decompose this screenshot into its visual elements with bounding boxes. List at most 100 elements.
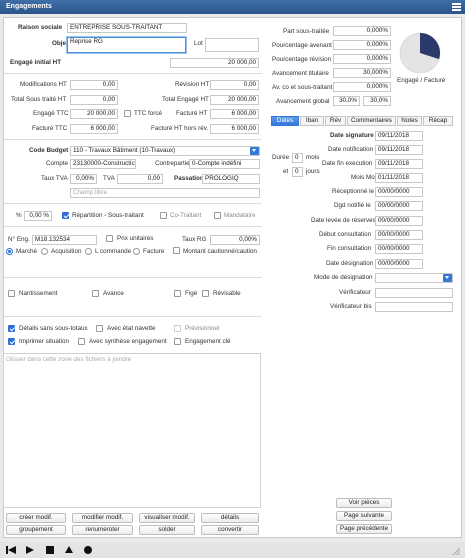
nantissement-checkbox[interactable]: [8, 290, 15, 297]
solder-button[interactable]: solder: [139, 525, 195, 535]
tab-iban[interactable]: Iban: [300, 116, 324, 126]
menu-icon[interactable]: [452, 3, 461, 11]
modifications-field[interactable]: 0,00: [70, 80, 118, 90]
montant-caution-checkbox[interactable]: [173, 247, 180, 254]
record-icon[interactable]: [83, 545, 93, 555]
tab-commentaires[interactable]: Commentaires: [347, 116, 396, 126]
reception-field[interactable]: 00/00/0000: [375, 187, 423, 197]
verificateur-field[interactable]: [375, 288, 453, 298]
tab-notes[interactable]: Notes: [397, 116, 422, 126]
revision-field[interactable]: 0,00: [210, 80, 259, 90]
neng-field[interactable]: M18.132534: [32, 235, 97, 245]
synthese-checkbox[interactable]: [78, 338, 85, 345]
duree-jours-field[interactable]: 0: [292, 167, 303, 177]
prix-unitaires-checkbox[interactable]: [106, 235, 113, 242]
stop-icon[interactable]: [45, 545, 55, 555]
imprimer-checkbox[interactable]: [8, 338, 15, 345]
previsionnel-checkbox[interactable]: [174, 325, 181, 332]
avancement-tit-field[interactable]: 30,000%: [333, 68, 391, 78]
total-st-field[interactable]: 0,00: [70, 95, 118, 105]
verificateur-bis-field[interactable]: [375, 302, 453, 312]
play-icon[interactable]: [25, 545, 35, 555]
etat-navette-checkbox[interactable]: [96, 325, 103, 332]
engagement-cle-checkbox[interactable]: [174, 338, 181, 345]
mois-mo-field[interactable]: 01/11/2018: [375, 173, 423, 183]
facture-ttc-field[interactable]: 6 000,00: [70, 124, 118, 134]
revisable-checkbox[interactable]: [202, 290, 209, 297]
engage-initial-label: Engagé initial HT: [10, 59, 62, 66]
duree-mois-field[interactable]: 0: [292, 153, 303, 163]
fin-consult-field[interactable]: 00/00/0000: [375, 244, 423, 254]
date-notification-field[interactable]: 09/11/2018: [375, 145, 423, 155]
code-budget-label: Code Budget: [29, 147, 69, 154]
pct-revision-field[interactable]: 0,000%: [333, 54, 391, 64]
tab-rev[interactable]: Rév: [325, 116, 346, 126]
fige-checkbox[interactable]: [174, 290, 181, 297]
eject-icon[interactable]: [64, 545, 74, 555]
av-co-field[interactable]: 0,000%: [333, 82, 391, 92]
pct-avenant-field[interactable]: 0,000%: [333, 40, 391, 50]
tab-recap[interactable]: Récap: [423, 116, 453, 126]
skip-back-icon[interactable]: [6, 545, 16, 555]
engage-ttc-field[interactable]: 20 000,00: [70, 109, 118, 119]
etat-navette-label: Avec état navette: [107, 325, 156, 332]
marche-radio[interactable]: [6, 248, 13, 255]
convertir-button[interactable]: convertir: [201, 525, 259, 535]
compte-field[interactable]: 23130000-Constructic: [70, 159, 136, 169]
avance-checkbox[interactable]: [92, 290, 99, 297]
av-global-field-2[interactable]: 30,0%: [363, 96, 391, 106]
pct-field[interactable]: 0,00 %: [24, 211, 52, 221]
visualiser-modif-button[interactable]: visualiser modif.: [139, 513, 195, 523]
taux-tva-field[interactable]: 0,00%: [70, 174, 97, 184]
facture-ht-field[interactable]: 6 000,00: [210, 109, 259, 119]
neng-label: N° Eng.: [8, 236, 30, 243]
ttc-force-label: TTC forcé: [134, 110, 162, 117]
raison-sociale-field[interactable]: ENTREPRISE SOUS-TRAITANT: [67, 23, 187, 33]
levee-field[interactable]: 00/00/0000: [375, 216, 423, 226]
part-st-field[interactable]: 0,000%: [333, 26, 391, 36]
page-precedente-button[interactable]: Page précédente: [336, 524, 392, 534]
code-budget-select[interactable]: 110 - Travaux Bâtiment (10-Travaux): [70, 146, 260, 156]
champ-libre-field[interactable]: Champ libre: [70, 188, 260, 198]
lcommande-radio[interactable]: [85, 248, 92, 255]
facture-hr-field[interactable]: 6 000,00: [210, 124, 259, 134]
debut-consult-field[interactable]: 00/00/0000: [375, 230, 423, 240]
mode-designation-select[interactable]: [375, 273, 453, 283]
passation-field[interactable]: PROLOGIQ: [202, 174, 260, 184]
date-designation-field[interactable]: 00/00/0000: [375, 259, 423, 269]
details-button[interactable]: détails: [201, 513, 259, 523]
tab-dates[interactable]: Dates: [271, 116, 299, 126]
voir-pieces-button[interactable]: Voir pièces: [336, 498, 392, 508]
taux-rg-field[interactable]: 0,00%: [210, 235, 260, 245]
total-engage-field[interactable]: 20 000,00: [210, 95, 259, 105]
details-st-checkbox[interactable]: [8, 325, 15, 332]
tva-field[interactable]: 0,00: [117, 174, 163, 184]
av-global-field-1[interactable]: 30,0%: [333, 96, 360, 106]
contrepartie-field[interactable]: 0-Compte indéfini: [189, 159, 260, 169]
page-suivante-button[interactable]: Page suivante: [336, 511, 392, 521]
lot-label: Lot: [194, 40, 203, 47]
ttc-force-checkbox[interactable]: [124, 110, 131, 117]
facture-radio[interactable]: [133, 248, 140, 255]
mandataire-checkbox[interactable]: [214, 212, 221, 219]
renumeroter-button[interactable]: renumeroter: [72, 525, 133, 535]
file-drop-zone[interactable]: Glisser dans cette zone des fichiers à j…: [3, 353, 261, 508]
mandataire-label: Mandataire: [224, 212, 256, 219]
objet-field[interactable]: Reprise RG: [67, 37, 186, 53]
fige-label: Figé: [185, 290, 198, 297]
date-signature-field[interactable]: 09/11/2018: [375, 131, 423, 141]
date-fin-field[interactable]: 09/11/2018: [375, 159, 423, 169]
groupement-button[interactable]: groupement: [6, 525, 66, 535]
part-st-label: Part sous-traitée: [283, 28, 330, 35]
repartition-checkbox[interactable]: [62, 212, 69, 219]
resize-grip-icon[interactable]: [452, 547, 460, 555]
mois-mo-label: Mois Mo: [351, 174, 375, 181]
lot-field[interactable]: [205, 38, 259, 52]
cotraitant-checkbox[interactable]: [160, 212, 167, 219]
engage-initial-field[interactable]: 20 000,00: [170, 58, 259, 68]
drop-hint: Glisser dans cette zone des fichiers à j…: [6, 356, 132, 363]
dgd-field[interactable]: 00/00/0000: [375, 201, 423, 211]
acquisition-radio[interactable]: [41, 248, 48, 255]
modifier-modif-button[interactable]: modifier modif.: [72, 513, 133, 523]
creer-modif-button[interactable]: créer modif.: [6, 513, 66, 523]
